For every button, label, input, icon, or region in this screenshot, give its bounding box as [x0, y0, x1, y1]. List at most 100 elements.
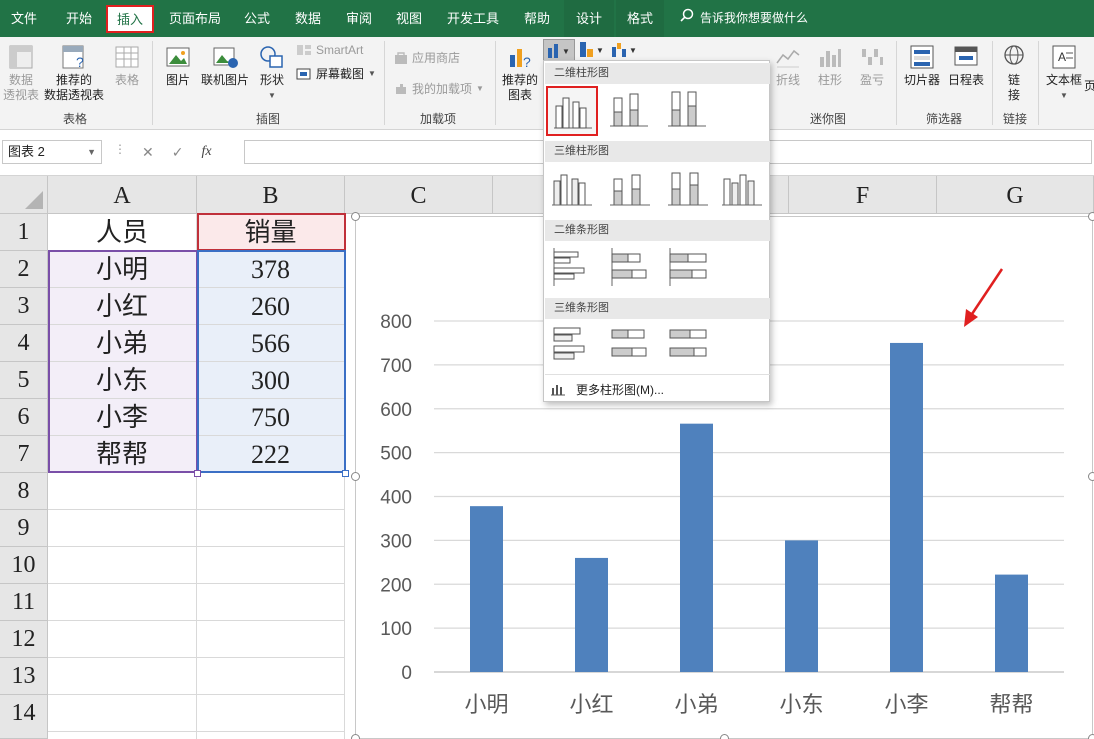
cell-b3[interactable]: 260 — [197, 288, 345, 325]
percent-stacked-bar-option[interactable] — [664, 244, 716, 294]
tab-file[interactable]: 文件 — [0, 0, 48, 37]
3d-percent-stacked-column-option[interactable] — [664, 165, 716, 215]
percent-stacked-column-option[interactable] — [662, 86, 714, 136]
row-header-2[interactable]: 2 — [0, 251, 48, 288]
row-header-8[interactable]: 8 — [0, 473, 48, 510]
tab-chart-format[interactable]: 格式 — [616, 0, 664, 37]
3d-clustered-bar-option[interactable] — [548, 322, 600, 372]
row-header-7[interactable]: 7 — [0, 436, 48, 473]
row-header-13[interactable]: 13 — [0, 658, 48, 695]
tab-help[interactable]: 帮助 — [514, 0, 560, 37]
cell-a7[interactable]: 帮帮 — [48, 436, 197, 473]
slicer-button[interactable]: 切片器 — [902, 43, 942, 88]
stacked-column-option[interactable] — [604, 86, 656, 136]
waterfall-chart-button[interactable]: ▼ — [609, 39, 639, 61]
recommended-pivot-button[interactable]: ? 推荐的 数据透视表 — [42, 43, 106, 103]
row-header-14[interactable]: 14 — [0, 695, 48, 739]
row-header-9[interactable]: 9 — [0, 510, 48, 547]
online-picture-button[interactable]: 联机图片 — [198, 43, 252, 88]
tab-chart-design[interactable]: 设计 — [564, 0, 614, 37]
range-resize-handle[interactable] — [194, 470, 201, 477]
row-header-6[interactable]: 6 — [0, 399, 48, 436]
chart-resize-handle[interactable] — [351, 734, 360, 739]
column-header-a[interactable]: A — [48, 176, 197, 214]
name-box[interactable]: 图表 2 ▼ — [2, 140, 102, 164]
cell-b5[interactable]: 300 — [197, 362, 345, 399]
column-chart-dropdown-button[interactable]: ▼ — [543, 39, 575, 61]
row-header-1[interactable]: 1 — [0, 214, 48, 251]
tab-review[interactable]: 审阅 — [336, 0, 382, 37]
row-header-4[interactable]: 4 — [0, 325, 48, 362]
store-icon — [395, 51, 407, 64]
tab-home[interactable]: 开始 — [52, 0, 106, 37]
chart-resize-handle[interactable] — [351, 212, 360, 221]
page-header-footer-button[interactable]: 页 — [1084, 79, 1094, 94]
cell-b2[interactable]: 378 — [197, 251, 345, 288]
clustered-bar-option[interactable] — [548, 244, 600, 294]
pivot-table-button[interactable]: 数据 透视表 — [2, 43, 40, 103]
3d-column-option[interactable] — [718, 165, 770, 215]
smartart-button[interactable]: SmartArt — [296, 43, 363, 57]
chevron-down-icon[interactable]: ▼ — [87, 141, 96, 163]
cell-b7[interactable]: 222 — [197, 436, 345, 473]
cell-b1[interactable]: 销量 — [197, 214, 345, 251]
chart-resize-handle[interactable] — [720, 734, 729, 739]
sparkline-column-button[interactable]: 柱形 — [812, 43, 848, 88]
cancel-icon[interactable]: ✕ — [142, 144, 154, 161]
sparkline-line-button[interactable]: 折线 — [770, 43, 806, 88]
enter-check-icon[interactable]: ✓ — [172, 144, 184, 161]
cell-a1[interactable]: 人员 — [48, 214, 197, 251]
screenshot-button[interactable]: 屏幕截图 ▼ — [296, 65, 376, 82]
cell-a4[interactable]: 小弟 — [48, 325, 197, 362]
more-column-charts-link[interactable]: 更多柱形图(M)... — [550, 378, 664, 400]
link-button[interactable]: 链 接 — [998, 43, 1030, 103]
column-header-c[interactable]: C — [345, 176, 493, 214]
row-header-11[interactable]: 11 — [0, 584, 48, 621]
cell-a5[interactable]: 小东 — [48, 362, 197, 399]
stacked-bar-option[interactable] — [606, 244, 658, 294]
tab-data[interactable]: 数据 — [284, 0, 332, 37]
row-header-12[interactable]: 12 — [0, 621, 48, 658]
timeline-button[interactable]: 日程表 — [944, 43, 988, 88]
my-addins-button[interactable]: 我的加载项 ▼ — [394, 80, 484, 97]
chart-resize-handle[interactable] — [1088, 212, 1094, 221]
shapes-button[interactable]: 形状 ▼ — [254, 43, 290, 103]
3d-stacked-column-option[interactable] — [606, 165, 658, 215]
cell-b6[interactable]: 750 — [197, 399, 345, 436]
3d-percent-stacked-bar-option[interactable] — [664, 322, 716, 372]
chart-resize-handle[interactable] — [1088, 472, 1094, 481]
column-header-b[interactable]: B — [197, 176, 345, 214]
3d-stacked-bar-option[interactable] — [606, 322, 658, 372]
chart-resize-handle[interactable] — [1088, 734, 1094, 739]
column-header-g[interactable]: G — [937, 176, 1094, 214]
3d-clustered-column-option[interactable] — [548, 165, 600, 215]
clustered-column-option[interactable] — [546, 86, 598, 136]
tell-me-box[interactable]: 告诉我你想要做什么 — [680, 0, 808, 37]
cell-a3[interactable]: 小红 — [48, 288, 197, 325]
recommended-charts-button[interactable]: ? 推荐的 图表 — [500, 43, 540, 103]
table-button[interactable]: 表格 — [110, 43, 144, 88]
app-store-button[interactable]: 应用商店 — [394, 49, 460, 66]
chart-resize-handle[interactable] — [351, 472, 360, 481]
tab-page-layout[interactable]: 页面布局 — [160, 0, 230, 37]
range-resize-handle[interactable] — [342, 470, 349, 477]
hierarchy-chart-button[interactable]: ▼ — [577, 39, 607, 61]
cell-a6[interactable]: 小李 — [48, 399, 197, 436]
cell-a2[interactable]: 小明 — [48, 251, 197, 288]
tab-insert[interactable]: 插入 — [106, 5, 154, 33]
tab-developer[interactable]: 开发工具 — [436, 0, 510, 37]
row-header-5[interactable]: 5 — [0, 362, 48, 399]
sparkline-winloss-button[interactable]: 盈亏 — [854, 43, 890, 88]
row-header-10[interactable]: 10 — [0, 547, 48, 584]
cell-b4[interactable]: 566 — [197, 325, 345, 362]
select-all-corner[interactable] — [0, 176, 48, 214]
x-tick-label: 小东 — [779, 693, 823, 718]
tab-view[interactable]: 视图 — [386, 0, 432, 37]
more-options-icon[interactable]: ⋮ — [114, 142, 126, 156]
textbox-button[interactable]: A 文本框 ▼ — [1044, 43, 1084, 103]
picture-button[interactable]: 图片 — [160, 43, 196, 88]
tab-formulas[interactable]: 公式 — [234, 0, 280, 37]
row-header-3[interactable]: 3 — [0, 288, 48, 325]
column-header-f[interactable]: F — [789, 176, 937, 214]
insert-function-icon[interactable]: fx — [201, 144, 211, 160]
